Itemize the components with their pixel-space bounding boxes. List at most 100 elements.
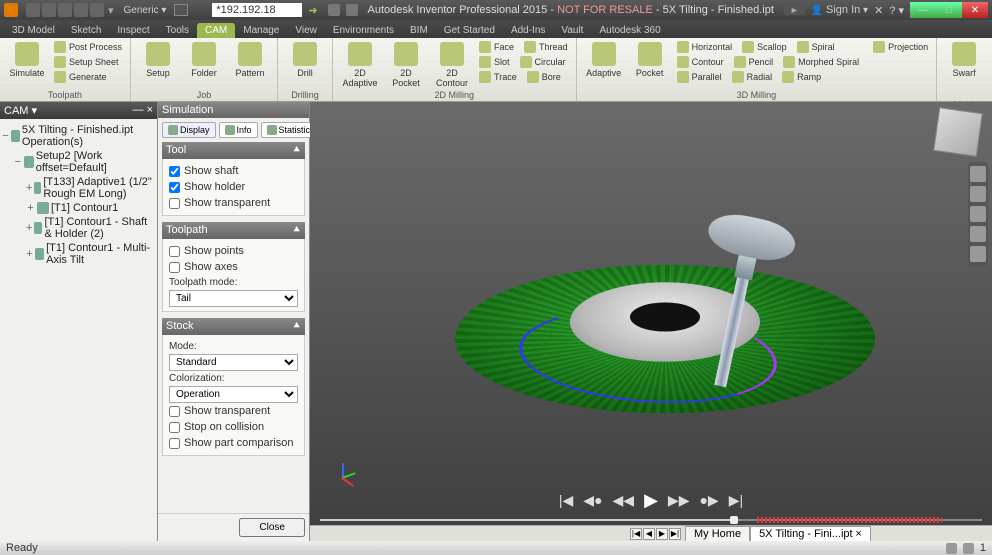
tool-section-header[interactable]: Tool⯅ — [162, 142, 305, 159]
help-icon[interactable]: ? ▾ — [889, 4, 904, 17]
setup-sheet-button[interactable]: Setup Sheet — [52, 55, 121, 69]
rewind-button[interactable]: ◀◀ — [613, 492, 635, 509]
horizontal-button[interactable]: Horizontal — [675, 40, 735, 54]
maximize-button[interactable]: □ — [936, 2, 962, 18]
signin-link[interactable]: 👤 Sign In ▾ — [811, 4, 868, 16]
tab-nav-prev[interactable]: ◀ — [643, 528, 655, 540]
stock-section-header[interactable]: Stock⯅ — [162, 318, 305, 335]
ribbon-tab-3d-model[interactable]: 3D Model — [4, 23, 63, 38]
cam-panel-header[interactable]: CAM ▾— × — [0, 102, 157, 119]
stop-on-collision-checkbox[interactable]: Stop on collision — [169, 419, 298, 435]
ribbon-tab-cam[interactable]: CAM — [197, 23, 235, 38]
show-transparent-stock-checkbox[interactable]: Show transparent — [169, 403, 298, 419]
simulate-button[interactable]: Simulate — [6, 40, 48, 80]
show-holder-checkbox[interactable]: Show holder — [169, 179, 298, 195]
circular-button[interactable]: Circular — [518, 55, 568, 69]
tree-node[interactable]: −5X Tilting - Finished.ipt Operation(s) — [2, 123, 155, 149]
zoom-icon[interactable] — [970, 226, 986, 242]
ribbon-tab-autodesk-360[interactable]: Autodesk 360 — [591, 23, 668, 38]
ribbon-tab-vault[interactable]: Vault — [553, 23, 591, 38]
post-process-button[interactable]: Post Process — [52, 40, 124, 54]
tab-close-icon[interactable]: × — [855, 528, 861, 540]
scallop-button[interactable]: Scallop — [740, 40, 789, 54]
contour-button[interactable]: Contour — [675, 55, 726, 69]
material-toggle-icon[interactable] — [328, 4, 340, 16]
spiral-button[interactable]: Spiral — [795, 40, 837, 54]
go-to-end-button[interactable]: ▶| — [729, 492, 743, 509]
orbit-icon[interactable] — [970, 186, 986, 202]
pan-icon[interactable] — [970, 206, 986, 222]
colorization-select[interactable]: Operation — [169, 386, 298, 403]
parallel-button[interactable]: Parallel — [675, 70, 724, 84]
ribbon-tab-manage[interactable]: Manage — [235, 23, 287, 38]
3d-viewport[interactable]: |◀ ◀● ◀◀ ▶ ▶▶ ●▶ ▶| |◀ ◀ ▶ ▶| My Home 5X… — [310, 102, 992, 541]
adaptive-button[interactable]: Adaptive — [583, 40, 625, 80]
tree-node[interactable]: +[T1] Contour1 - Multi-Axis Tilt — [2, 241, 155, 267]
drill-button[interactable]: Drill — [284, 40, 326, 80]
show-points-checkbox[interactable]: Show points — [169, 243, 298, 259]
ribbon-tab-inspect[interactable]: Inspect — [109, 23, 157, 38]
face-button[interactable]: Face — [477, 40, 516, 54]
ribbon-tab-view[interactable]: View — [287, 23, 325, 38]
radial-button[interactable]: Radial — [730, 70, 775, 84]
tab-nav-last[interactable]: ▶| — [669, 528, 681, 540]
sim-tab-display[interactable]: Display — [162, 122, 216, 138]
tab-nav-first[interactable]: |◀ — [630, 528, 642, 540]
viewcube[interactable] — [933, 107, 983, 157]
help-search[interactable]: ► Type a keyword or phrase — [784, 5, 805, 15]
generate-button[interactable]: Generate — [52, 70, 109, 84]
qat-open-icon[interactable] — [42, 3, 56, 17]
timeline[interactable] — [320, 515, 982, 525]
color-swatch[interactable] — [174, 4, 188, 16]
go-to-start-button[interactable]: |◀ — [559, 492, 573, 509]
2d-pocket-button[interactable]: 2D Pocket — [385, 40, 427, 90]
trace-button[interactable]: Trace — [477, 70, 519, 84]
search-go-icon[interactable]: ➜ — [308, 4, 317, 17]
ramp-button[interactable]: Ramp — [780, 70, 823, 84]
morphed-spiral-button[interactable]: Morphed Spiral — [781, 55, 861, 69]
tree-node[interactable]: +[T133] Adaptive1 (1/2" Rough EM Long) — [2, 175, 155, 201]
close-button[interactable]: ✕ — [962, 2, 988, 18]
status-icon-2[interactable] — [963, 543, 974, 554]
tree-node[interactable]: +[T1] Contour1 - Shaft & Holder (2) — [2, 215, 155, 241]
ribbon-tab-bim[interactable]: BIM — [402, 23, 436, 38]
2d-contour-button[interactable]: 2D Contour — [431, 40, 473, 90]
show-shaft-checkbox[interactable]: Show shaft — [169, 163, 298, 179]
tree-node[interactable]: +[T1] Contour1 — [2, 201, 155, 215]
qat-new-icon[interactable] — [26, 3, 40, 17]
look-icon[interactable] — [970, 246, 986, 262]
tab-my-home[interactable]: My Home — [685, 526, 750, 542]
close-simulation-button[interactable]: Close — [239, 518, 305, 537]
show-part-comparison-checkbox[interactable]: Show part comparison — [169, 435, 298, 451]
status-icon-1[interactable] — [946, 543, 957, 554]
fast-forward-button[interactable]: ▶▶ — [668, 492, 690, 509]
setup-button[interactable]: Setup — [137, 40, 179, 80]
show-axes-checkbox[interactable]: Show axes — [169, 259, 298, 275]
search-field[interactable]: *192.192.18 — [212, 3, 302, 17]
slot-button[interactable]: Slot — [477, 55, 512, 69]
bore-button[interactable]: Bore — [525, 70, 563, 84]
2d-adaptive-button[interactable]: 2D Adaptive — [339, 40, 381, 90]
ribbon-tab-get-started[interactable]: Get Started — [436, 23, 503, 38]
show-transparent-tool-checkbox[interactable]: Show transparent — [169, 195, 298, 211]
sim-tab-info[interactable]: Info — [219, 122, 258, 138]
qat-dropdown[interactable]: ▾ — [108, 4, 114, 17]
swarf-button[interactable]: Swarf — [943, 40, 985, 80]
qat-save-icon[interactable] — [58, 3, 72, 17]
pencil-button[interactable]: Pencil — [732, 55, 776, 69]
tree-node[interactable]: −Setup2 [Work offset=Default] — [2, 149, 155, 175]
pocket-button[interactable]: Pocket — [629, 40, 671, 80]
timeline-scrubber[interactable] — [730, 516, 738, 524]
ribbon-tab-tools[interactable]: Tools — [158, 23, 197, 38]
stock-mode-select[interactable]: Standard — [169, 354, 298, 371]
pattern-button[interactable]: Pattern — [229, 40, 271, 80]
toolpath-section-header[interactable]: Toolpath⯅ — [162, 222, 305, 239]
qat-undo-icon[interactable] — [74, 3, 88, 17]
step-back-button[interactable]: ◀● — [583, 492, 602, 509]
ribbon-tab-sketch[interactable]: Sketch — [63, 23, 110, 38]
projection-button[interactable]: Projection — [871, 40, 930, 54]
ribbon-tab-add-ins[interactable]: Add-Ins — [503, 23, 553, 38]
qat-redo-icon[interactable] — [90, 3, 104, 17]
tab-nav-next[interactable]: ▶ — [656, 528, 668, 540]
appearance-label[interactable]: Generic ▾ — [124, 5, 167, 16]
